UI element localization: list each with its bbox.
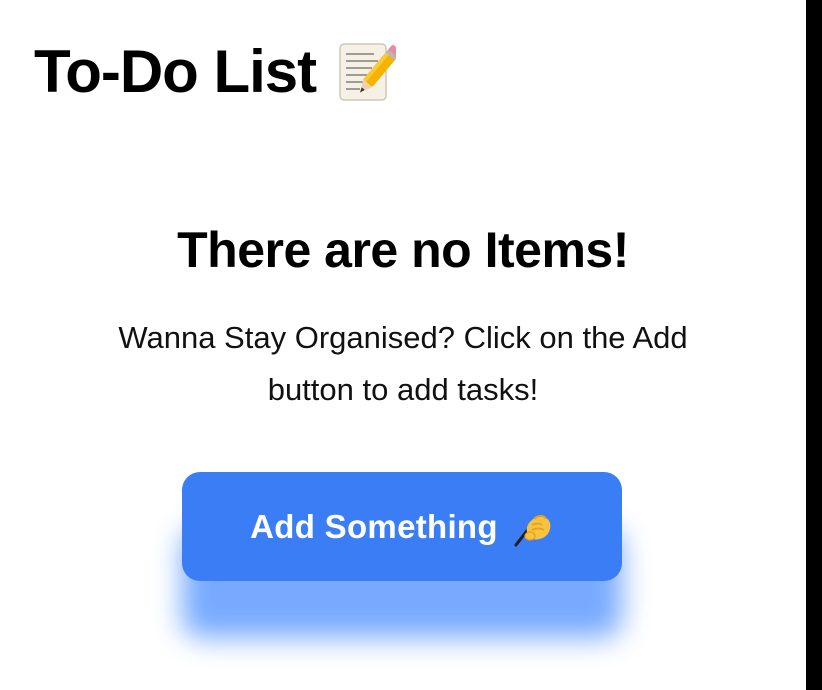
writing-hand-icon <box>510 505 554 549</box>
add-button-label: Add Something <box>250 507 498 545</box>
empty-state-description: Wanna Stay Organised? Click on the Add b… <box>118 320 688 407</box>
empty-state-title: There are no Items! <box>177 222 629 278</box>
app-screen: To-Do List There are no Items! Wanna Sta… <box>0 0 806 690</box>
memo-icon <box>338 41 402 103</box>
navigation-title: To-Do List <box>34 36 402 108</box>
page-title: To-Do List <box>34 38 317 105</box>
add-something-button[interactable]: Add Something <box>182 472 622 581</box>
screen-edge <box>806 0 822 690</box>
